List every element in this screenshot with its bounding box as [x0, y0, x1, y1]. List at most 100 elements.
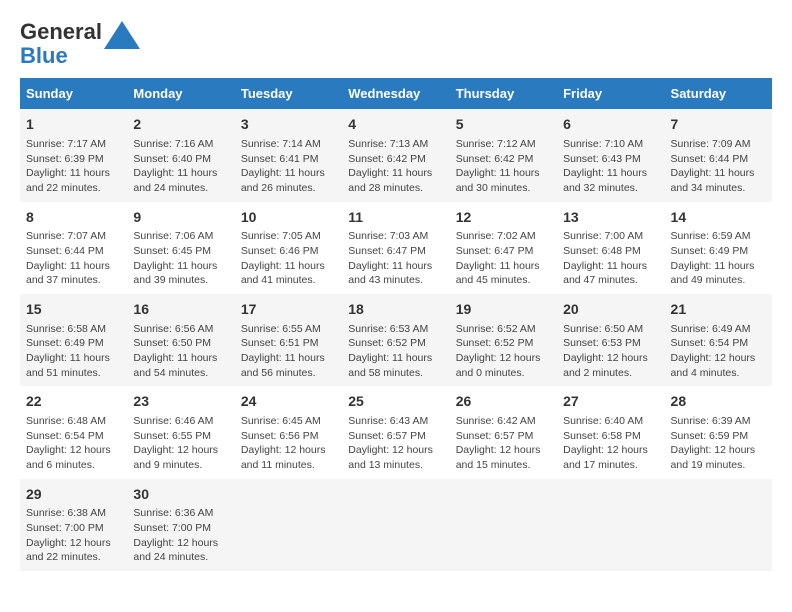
day-number: 28	[671, 392, 766, 412]
calendar-cell	[557, 479, 664, 571]
header: General Blue	[20, 20, 772, 68]
calendar-cell: 25Sunrise: 6:43 AM Sunset: 6:57 PM Dayli…	[342, 386, 449, 478]
calendar-cell: 14Sunrise: 6:59 AM Sunset: 6:49 PM Dayli…	[665, 202, 772, 294]
day-number: 4	[348, 115, 443, 135]
day-info: Sunrise: 6:40 AM Sunset: 6:58 PM Dayligh…	[563, 414, 658, 473]
calendar-cell: 18Sunrise: 6:53 AM Sunset: 6:52 PM Dayli…	[342, 294, 449, 386]
day-info: Sunrise: 6:49 AM Sunset: 6:54 PM Dayligh…	[671, 322, 766, 381]
logo-icon	[104, 21, 140, 49]
day-number: 3	[241, 115, 336, 135]
calendar-cell: 16Sunrise: 6:56 AM Sunset: 6:50 PM Dayli…	[127, 294, 234, 386]
day-number: 5	[456, 115, 551, 135]
calendar-cell	[665, 479, 772, 571]
weekday-header-tuesday: Tuesday	[235, 78, 342, 109]
calendar-week-row: 22Sunrise: 6:48 AM Sunset: 6:54 PM Dayli…	[20, 386, 772, 478]
day-number: 22	[26, 392, 121, 412]
day-number: 25	[348, 392, 443, 412]
calendar-week-row: 1Sunrise: 7:17 AM Sunset: 6:39 PM Daylig…	[20, 109, 772, 201]
day-info: Sunrise: 7:03 AM Sunset: 6:47 PM Dayligh…	[348, 229, 443, 288]
calendar-cell: 7Sunrise: 7:09 AM Sunset: 6:44 PM Daylig…	[665, 109, 772, 201]
day-info: Sunrise: 6:42 AM Sunset: 6:57 PM Dayligh…	[456, 414, 551, 473]
day-info: Sunrise: 6:43 AM Sunset: 6:57 PM Dayligh…	[348, 414, 443, 473]
day-number: 1	[26, 115, 121, 135]
day-number: 12	[456, 208, 551, 228]
day-info: Sunrise: 7:16 AM Sunset: 6:40 PM Dayligh…	[133, 137, 228, 196]
weekday-header-wednesday: Wednesday	[342, 78, 449, 109]
calendar-cell: 2Sunrise: 7:16 AM Sunset: 6:40 PM Daylig…	[127, 109, 234, 201]
day-info: Sunrise: 6:50 AM Sunset: 6:53 PM Dayligh…	[563, 322, 658, 381]
day-info: Sunrise: 7:06 AM Sunset: 6:45 PM Dayligh…	[133, 229, 228, 288]
day-info: Sunrise: 7:13 AM Sunset: 6:42 PM Dayligh…	[348, 137, 443, 196]
day-info: Sunrise: 6:58 AM Sunset: 6:49 PM Dayligh…	[26, 322, 121, 381]
calendar-cell: 24Sunrise: 6:45 AM Sunset: 6:56 PM Dayli…	[235, 386, 342, 478]
day-number: 21	[671, 300, 766, 320]
day-info: Sunrise: 7:10 AM Sunset: 6:43 PM Dayligh…	[563, 137, 658, 196]
day-number: 9	[133, 208, 228, 228]
calendar-cell: 12Sunrise: 7:02 AM Sunset: 6:47 PM Dayli…	[450, 202, 557, 294]
day-info: Sunrise: 7:05 AM Sunset: 6:46 PM Dayligh…	[241, 229, 336, 288]
day-number: 16	[133, 300, 228, 320]
day-info: Sunrise: 6:52 AM Sunset: 6:52 PM Dayligh…	[456, 322, 551, 381]
day-number: 23	[133, 392, 228, 412]
day-info: Sunrise: 7:17 AM Sunset: 6:39 PM Dayligh…	[26, 137, 121, 196]
day-info: Sunrise: 6:46 AM Sunset: 6:55 PM Dayligh…	[133, 414, 228, 473]
day-info: Sunrise: 7:00 AM Sunset: 6:48 PM Dayligh…	[563, 229, 658, 288]
day-info: Sunrise: 7:09 AM Sunset: 6:44 PM Dayligh…	[671, 137, 766, 196]
day-number: 14	[671, 208, 766, 228]
day-info: Sunrise: 6:36 AM Sunset: 7:00 PM Dayligh…	[133, 506, 228, 565]
calendar-cell: 10Sunrise: 7:05 AM Sunset: 6:46 PM Dayli…	[235, 202, 342, 294]
calendar-cell: 28Sunrise: 6:39 AM Sunset: 6:59 PM Dayli…	[665, 386, 772, 478]
day-info: Sunrise: 6:39 AM Sunset: 6:59 PM Dayligh…	[671, 414, 766, 473]
day-number: 17	[241, 300, 336, 320]
day-number: 8	[26, 208, 121, 228]
day-info: Sunrise: 6:48 AM Sunset: 6:54 PM Dayligh…	[26, 414, 121, 473]
weekday-header-thursday: Thursday	[450, 78, 557, 109]
day-number: 20	[563, 300, 658, 320]
day-number: 15	[26, 300, 121, 320]
calendar-cell: 8Sunrise: 7:07 AM Sunset: 6:44 PM Daylig…	[20, 202, 127, 294]
calendar-cell: 27Sunrise: 6:40 AM Sunset: 6:58 PM Dayli…	[557, 386, 664, 478]
calendar-cell: 15Sunrise: 6:58 AM Sunset: 6:49 PM Dayli…	[20, 294, 127, 386]
day-info: Sunrise: 6:53 AM Sunset: 6:52 PM Dayligh…	[348, 322, 443, 381]
day-info: Sunrise: 6:56 AM Sunset: 6:50 PM Dayligh…	[133, 322, 228, 381]
calendar-week-row: 8Sunrise: 7:07 AM Sunset: 6:44 PM Daylig…	[20, 202, 772, 294]
day-info: Sunrise: 7:02 AM Sunset: 6:47 PM Dayligh…	[456, 229, 551, 288]
day-info: Sunrise: 6:55 AM Sunset: 6:51 PM Dayligh…	[241, 322, 336, 381]
day-number: 6	[563, 115, 658, 135]
day-number: 18	[348, 300, 443, 320]
day-number: 10	[241, 208, 336, 228]
calendar-cell: 21Sunrise: 6:49 AM Sunset: 6:54 PM Dayli…	[665, 294, 772, 386]
calendar-header-row: SundayMondayTuesdayWednesdayThursdayFrid…	[20, 78, 772, 109]
weekday-header-friday: Friday	[557, 78, 664, 109]
calendar-cell: 26Sunrise: 6:42 AM Sunset: 6:57 PM Dayli…	[450, 386, 557, 478]
day-number: 19	[456, 300, 551, 320]
day-info: Sunrise: 6:38 AM Sunset: 7:00 PM Dayligh…	[26, 506, 121, 565]
day-info: Sunrise: 7:07 AM Sunset: 6:44 PM Dayligh…	[26, 229, 121, 288]
calendar-week-row: 29Sunrise: 6:38 AM Sunset: 7:00 PM Dayli…	[20, 479, 772, 571]
calendar-table: SundayMondayTuesdayWednesdayThursdayFrid…	[20, 78, 772, 571]
day-info: Sunrise: 7:14 AM Sunset: 6:41 PM Dayligh…	[241, 137, 336, 196]
calendar-cell: 22Sunrise: 6:48 AM Sunset: 6:54 PM Dayli…	[20, 386, 127, 478]
day-number: 26	[456, 392, 551, 412]
calendar-cell	[342, 479, 449, 571]
calendar-cell: 13Sunrise: 7:00 AM Sunset: 6:48 PM Dayli…	[557, 202, 664, 294]
day-info: Sunrise: 6:45 AM Sunset: 6:56 PM Dayligh…	[241, 414, 336, 473]
calendar-cell: 20Sunrise: 6:50 AM Sunset: 6:53 PM Dayli…	[557, 294, 664, 386]
weekday-header-saturday: Saturday	[665, 78, 772, 109]
calendar-cell: 19Sunrise: 6:52 AM Sunset: 6:52 PM Dayli…	[450, 294, 557, 386]
calendar-cell: 5Sunrise: 7:12 AM Sunset: 6:42 PM Daylig…	[450, 109, 557, 201]
day-info: Sunrise: 7:12 AM Sunset: 6:42 PM Dayligh…	[456, 137, 551, 196]
calendar-cell: 1Sunrise: 7:17 AM Sunset: 6:39 PM Daylig…	[20, 109, 127, 201]
calendar-cell: 30Sunrise: 6:36 AM Sunset: 7:00 PM Dayli…	[127, 479, 234, 571]
calendar-cell: 29Sunrise: 6:38 AM Sunset: 7:00 PM Dayli…	[20, 479, 127, 571]
day-number: 27	[563, 392, 658, 412]
day-number: 29	[26, 485, 121, 505]
calendar-cell	[235, 479, 342, 571]
day-number: 13	[563, 208, 658, 228]
weekday-header-monday: Monday	[127, 78, 234, 109]
calendar-cell: 23Sunrise: 6:46 AM Sunset: 6:55 PM Dayli…	[127, 386, 234, 478]
calendar-cell: 9Sunrise: 7:06 AM Sunset: 6:45 PM Daylig…	[127, 202, 234, 294]
calendar-cell	[450, 479, 557, 571]
day-number: 24	[241, 392, 336, 412]
day-number: 7	[671, 115, 766, 135]
